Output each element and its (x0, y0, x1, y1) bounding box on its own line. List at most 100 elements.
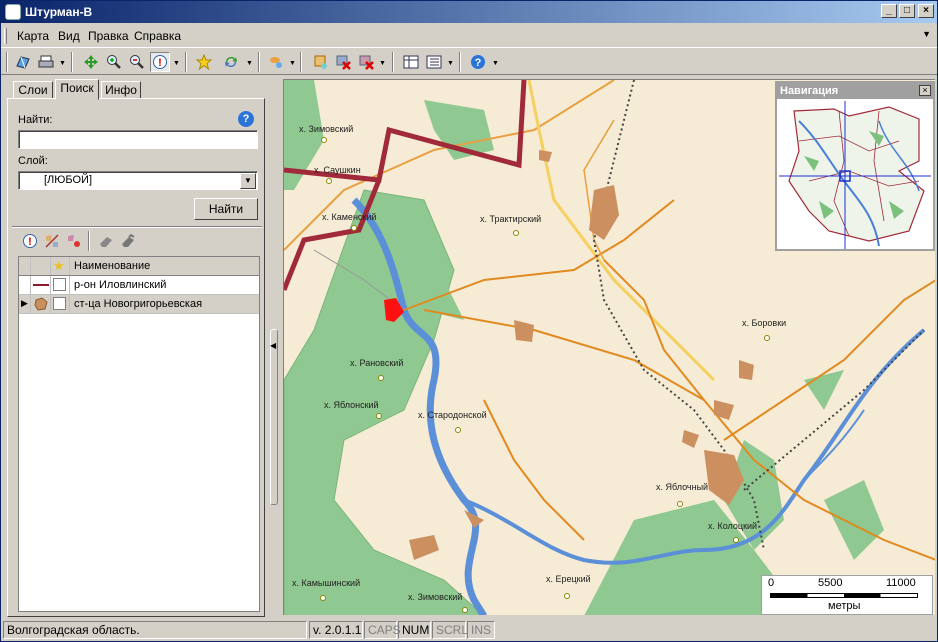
status-caps: CAPS (364, 621, 401, 639)
select-objects-icon[interactable] (42, 231, 62, 251)
refresh-dropdown-icon[interactable]: ▼ (246, 60, 253, 67)
clear-dropdown-icon[interactable]: ▼ (379, 60, 386, 67)
scale-unit: метры (828, 600, 861, 612)
add-object-icon[interactable] (310, 52, 330, 72)
row-name: р-он Иловлинский (74, 279, 167, 291)
chevron-down-icon[interactable]: ▼ (922, 29, 931, 39)
info-tool-icon[interactable]: ! (150, 52, 170, 72)
main-toolbar: ▼ ! ▼ ▼ ▼ ▼ ▼ ? ▼ (1, 47, 937, 75)
checkbox-cell (51, 276, 70, 294)
minimize-button[interactable]: _ (881, 4, 897, 18)
find-label: Найти: (18, 114, 53, 126)
maximize-button[interactable]: □ (899, 4, 915, 18)
map-objects-icon[interactable] (64, 231, 84, 251)
panel-splitter[interactable]: ◀ (268, 79, 280, 617)
status-bar: Волгоградская область. v. 2.0.1.1 CAPS N… (1, 619, 937, 641)
navigation-minimap[interactable] (779, 101, 931, 249)
view-dropdown-icon[interactable]: ▼ (447, 60, 454, 67)
map-view[interactable]: х. Зимовский х. Саушкин х. Каменский х. … (283, 79, 935, 615)
layer-select-value: [ЛЮБОЙ] (44, 174, 93, 186)
find-button[interactable]: Найти (194, 198, 258, 220)
open-map-icon[interactable] (13, 52, 33, 72)
toolbar-separator (71, 52, 73, 72)
refresh-icon[interactable] (221, 52, 241, 72)
menu-pravka[interactable]: Правка (88, 29, 129, 43)
menu-bar: Карта Вид Правка Справка ▼ (1, 26, 937, 46)
status-ins: INS (467, 621, 495, 639)
status-region: Волгоградская область. (3, 621, 307, 639)
town-label: х. Яблонский (324, 400, 379, 410)
pan-icon[interactable] (81, 52, 101, 72)
town-label: х. Стародонской (418, 410, 487, 420)
table-row[interactable]: ▶ ст-ца Новогригорьевская (19, 295, 259, 314)
town-label: х. Зимовский (299, 124, 353, 134)
toolbar-separator (300, 52, 302, 72)
tab-search[interactable]: Поиск (55, 79, 99, 100)
info-dropdown-icon[interactable]: ▼ (173, 60, 180, 67)
print-icon[interactable] (36, 52, 56, 72)
row-checkbox[interactable] (53, 297, 66, 310)
table-header: ★ Наименование (19, 257, 259, 276)
find-input[interactable] (18, 130, 258, 149)
delete-object-icon[interactable] (333, 52, 353, 72)
district-line-icon (31, 276, 51, 294)
help-icon[interactable]: ? (468, 52, 488, 72)
toolbar-separator (459, 52, 461, 72)
zoom-in-icon[interactable] (104, 52, 124, 72)
eraser-icon[interactable] (96, 231, 116, 251)
header-cell (31, 257, 51, 275)
town-label: х. Саушкин (314, 165, 361, 175)
chevron-down-icon[interactable]: ▼ (240, 173, 256, 189)
table-row[interactable]: р-он Иловлинский (19, 276, 259, 295)
close-button[interactable]: × (918, 4, 934, 18)
row-name: ст-ца Новогригорьевская (74, 298, 203, 310)
help-dropdown-icon[interactable]: ▼ (492, 60, 499, 67)
print-dropdown-icon[interactable]: ▼ (59, 60, 66, 67)
svg-text:!: ! (158, 57, 162, 69)
status-spacer (496, 621, 936, 639)
collapse-arrow-icon[interactable]: ◀ (270, 341, 276, 350)
menu-vid[interactable]: Вид (58, 29, 80, 43)
table-view-icon[interactable] (401, 52, 421, 72)
scale-ruler (770, 593, 918, 598)
scale-tick-11000: 11000 (886, 577, 916, 589)
column-header-name[interactable]: Наименование (74, 260, 150, 272)
layers-dropdown-icon[interactable]: ▼ (289, 60, 296, 67)
tab-layers[interactable]: Слои (13, 81, 53, 99)
scale-tick-5500: 5500 (818, 577, 843, 589)
town-label: х. Боровки (742, 318, 786, 328)
info-tool-icon[interactable]: ! (20, 231, 40, 251)
layer-select[interactable]: [ЛЮБОЙ] ▼ (18, 171, 258, 190)
current-row-icon: ▶ (21, 298, 28, 308)
list-view-icon[interactable] (424, 52, 444, 72)
scale-bar: 0 5500 11000 метры (761, 575, 933, 615)
svg-text:!: ! (28, 236, 32, 248)
search-tab-body: Найти: ? Слой: [ЛЮБОЙ] ▼ Найти ! ★ Наиме… (7, 98, 265, 617)
menu-spravka[interactable]: Справка (134, 29, 181, 43)
app-window: Штурман-В _ □ × Карта Вид Правка Справка… (0, 0, 938, 642)
row-marker (19, 276, 31, 294)
close-icon[interactable]: × (919, 85, 931, 96)
splitter-grip[interactable] (270, 329, 278, 505)
favorites-star-icon[interactable] (194, 52, 214, 72)
row-checkbox[interactable] (53, 278, 66, 291)
status-version: v. 2.0.1.1 (309, 621, 363, 639)
navigation-title[interactable]: Навигация (777, 83, 933, 99)
help-icon[interactable]: ? (238, 111, 254, 127)
menu-grip (4, 28, 7, 44)
header-cell (19, 257, 31, 275)
zoom-out-icon[interactable] (127, 52, 147, 72)
toolbar-grip (6, 52, 8, 72)
row-marker: ▶ (19, 295, 31, 313)
clear-selection-icon[interactable] (356, 52, 376, 72)
layers-icon[interactable] (266, 52, 286, 72)
left-panel: Слои Поиск Инфо Найти: ? Слой: [ЛЮБОЙ] ▼… (5, 79, 267, 617)
window-title: Штурман-В (25, 5, 93, 19)
navigation-window[interactable]: Навигация × (775, 81, 935, 251)
menu-karta[interactable]: Карта (17, 29, 49, 43)
svg-text:?: ? (475, 57, 482, 69)
eraser-all-icon[interactable] (118, 231, 138, 251)
tab-info[interactable]: Инфо (101, 81, 141, 99)
toolbar-separator (185, 52, 187, 72)
town-label: х. Трактирский (480, 214, 541, 224)
